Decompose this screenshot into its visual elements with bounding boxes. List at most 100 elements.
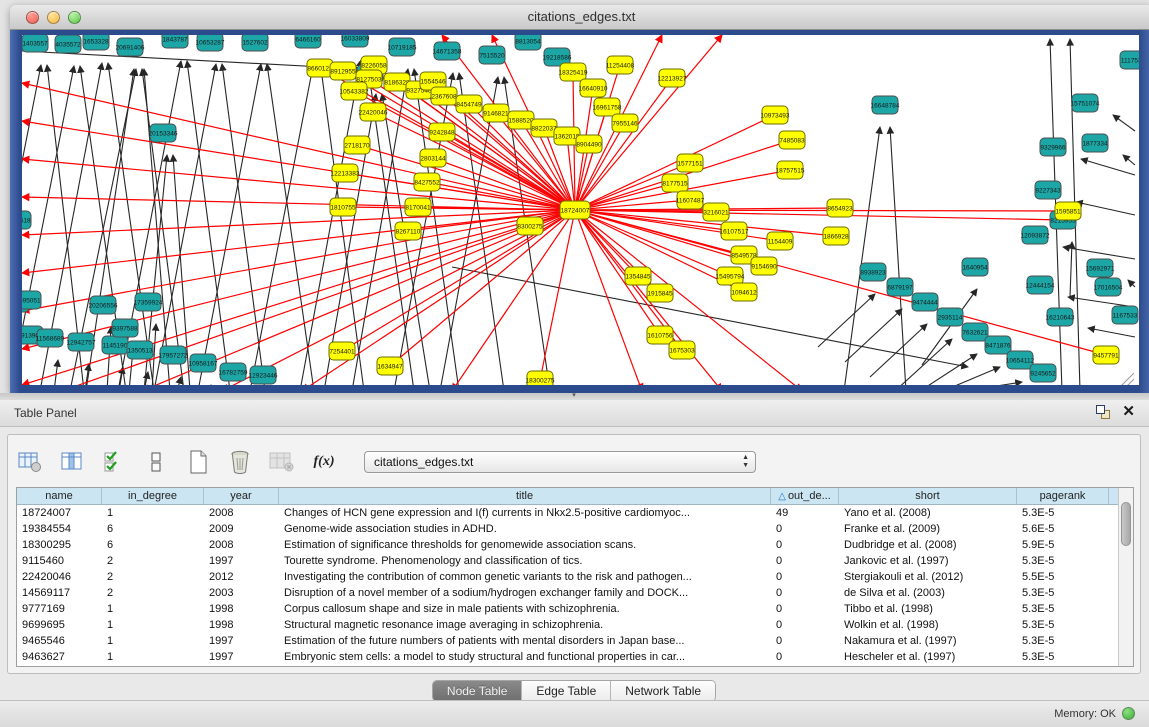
- graph-node-label: 7955146: [612, 121, 638, 128]
- table-cell: 1: [102, 649, 204, 665]
- table-card: f(x) citations_edges.txt ▲▼ namein_degre…: [7, 434, 1141, 674]
- graph-node-label: 9329966: [1040, 145, 1066, 152]
- table-cell: 5.9E-5: [1017, 537, 1109, 553]
- table-cell: Yano et al. (2008): [839, 505, 1017, 521]
- graph-node-label: 1403557: [22, 41, 48, 48]
- graph-node-label: 8170041: [405, 205, 431, 212]
- table-cell: 22420046: [17, 569, 102, 585]
- table-cell: 0: [771, 601, 839, 617]
- column-header-title[interactable]: title: [279, 488, 771, 504]
- memory-status-icon[interactable]: [1122, 707, 1135, 720]
- table-cell: 18300295: [17, 537, 102, 553]
- graph-node-label: 17359924: [134, 300, 163, 307]
- row-height-icon[interactable]: [142, 448, 170, 476]
- graph-node-label: 18757515: [776, 168, 805, 175]
- network-window: citations_edges.txt 14035574035572165332…: [10, 5, 1149, 393]
- table-cell: 5.3E-5: [1017, 633, 1109, 649]
- table-cell: Estimation of significance thresholds fo…: [279, 537, 771, 553]
- graph-node-label: 10719185: [388, 45, 417, 52]
- graph-node-label: 20153346: [149, 131, 178, 138]
- minimize-window-button[interactable]: [47, 11, 60, 24]
- table-row[interactable]: 2242004622012Investigating the contribut…: [17, 569, 1118, 585]
- graph-node-label: 8226058: [361, 63, 387, 70]
- table-cell: Nakamura et al. (1997): [839, 633, 1017, 649]
- table-row[interactable]: 911546021997Tourette syndrome. Phenomeno…: [17, 553, 1118, 569]
- graph-node-label: 10653287: [196, 40, 225, 47]
- tab-network-table[interactable]: Network Table: [611, 681, 715, 701]
- close-window-button[interactable]: [26, 11, 39, 24]
- column-header-short[interactable]: short: [839, 488, 1017, 504]
- column-header-pagerank[interactable]: pagerank: [1017, 488, 1109, 504]
- table-cell: 9777169: [17, 601, 102, 617]
- graph-node-label: 1094612: [731, 290, 757, 297]
- zoom-window-button[interactable]: [68, 11, 81, 24]
- graph-node-label: 9245652: [1030, 371, 1056, 378]
- table-row[interactable]: 969969511998Structural magnetic resonanc…: [17, 617, 1118, 633]
- table-row[interactable]: 946554611997Estimation of the future num…: [17, 633, 1118, 649]
- delete-table-icon[interactable]: [268, 448, 296, 476]
- graph-node-label: 1595851: [1055, 209, 1081, 216]
- table-cell: 5.6E-5: [1017, 521, 1109, 537]
- table-panel-body: f(x) citations_edges.txt ▲▼ namein_degre…: [0, 427, 1149, 700]
- table-row[interactable]: 1830029562008Estimation of significance …: [17, 537, 1118, 553]
- table-cell: 49: [771, 505, 839, 521]
- graph-node-label: 1527602: [242, 40, 268, 47]
- table-cell: 1: [102, 601, 204, 617]
- column-header-out_de[interactable]: △out_de...: [771, 488, 839, 504]
- panel-divider[interactable]: ▾: [0, 393, 1149, 400]
- table-cell: 9463627: [17, 649, 102, 665]
- close-panel-icon[interactable]: ✕: [1122, 405, 1135, 419]
- column-header-name[interactable]: name: [17, 488, 102, 504]
- graph-node-label: 15751074: [1071, 101, 1100, 108]
- graph-node-label: 1610756: [647, 333, 673, 340]
- table-cell: 0: [771, 585, 839, 601]
- graph-node-label: 10958167: [189, 361, 218, 368]
- table-cell: Jankovic et al. (1997): [839, 553, 1017, 569]
- table-row[interactable]: 1872400712008Changes of HCN gene express…: [17, 505, 1118, 521]
- graph-node-label: 1653328: [83, 39, 109, 46]
- table-cell: Corpus callosum shape and size in male p…: [279, 601, 771, 617]
- table-scrollbar[interactable]: [1118, 488, 1133, 666]
- table-cell: 5.5E-5: [1017, 569, 1109, 585]
- table-cell: 0: [771, 569, 839, 585]
- table-toolbar: f(x) citations_edges.txt ▲▼: [16, 443, 756, 481]
- node-table: namein_degreeyeartitle△out_de...shortpag…: [16, 487, 1134, 667]
- graph-node-label: 20206556: [89, 303, 118, 310]
- graph-node-label: 18300275: [526, 378, 555, 385]
- table-row[interactable]: 1938455462009Genome-wide association stu…: [17, 521, 1118, 537]
- graph-node-label: 10543382: [340, 89, 369, 96]
- divider-handle-icon[interactable]: ▾: [568, 393, 580, 399]
- table-row[interactable]: 977716911998Corpus callosum shape and si…: [17, 601, 1118, 617]
- column-header-in_degree[interactable]: in_degree: [102, 488, 204, 504]
- window-titlebar[interactable]: citations_edges.txt: [10, 5, 1149, 30]
- table-cell: 14569117: [17, 585, 102, 601]
- table-mode-icon[interactable]: [16, 448, 44, 476]
- graph-node-label: 16107517: [720, 229, 749, 236]
- table-row[interactable]: 1456911722003Disruption of a novel membe…: [17, 585, 1118, 601]
- graph-node-label: 20691406: [116, 45, 145, 52]
- table-cell: 1998: [204, 601, 279, 617]
- delete-column-icon[interactable]: [226, 448, 254, 476]
- resize-grip[interactable]: [1120, 373, 1134, 385]
- table-row[interactable]: 946362711997Embryonic stem cells: a mode…: [17, 649, 1118, 665]
- table-selector-combobox[interactable]: citations_edges.txt ▲▼: [364, 451, 756, 473]
- create-column-icon[interactable]: [184, 448, 212, 476]
- memory-status-label: Memory: OK: [1054, 708, 1116, 720]
- scrollbar-thumb[interactable]: [1121, 502, 1131, 546]
- table-cell: 0: [771, 649, 839, 665]
- select-rows-icon[interactable]: [100, 448, 128, 476]
- show-columns-icon[interactable]: [58, 448, 86, 476]
- tab-node-table[interactable]: Node Table: [433, 681, 523, 701]
- window-frame: 1403557403557216533282069140618437871065…: [10, 30, 1149, 393]
- table-body: 1872400712008Changes of HCN gene express…: [17, 505, 1118, 665]
- table-panel-title: Table Panel: [14, 406, 77, 420]
- float-panel-icon[interactable]: [1096, 405, 1110, 419]
- graph-node-label: 16648784: [871, 103, 900, 110]
- network-canvas[interactable]: 1403557403557216533282069140618437871065…: [22, 35, 1139, 385]
- table-cell: Estimation of the future numbers of pati…: [279, 633, 771, 649]
- function-builder-icon[interactable]: f(x): [310, 448, 338, 476]
- tab-edge-table[interactable]: Edge Table: [522, 681, 611, 701]
- graph-node-label: 6879197: [887, 285, 913, 292]
- graph-node-label: 22420046: [359, 110, 388, 117]
- column-header-year[interactable]: year: [204, 488, 279, 504]
